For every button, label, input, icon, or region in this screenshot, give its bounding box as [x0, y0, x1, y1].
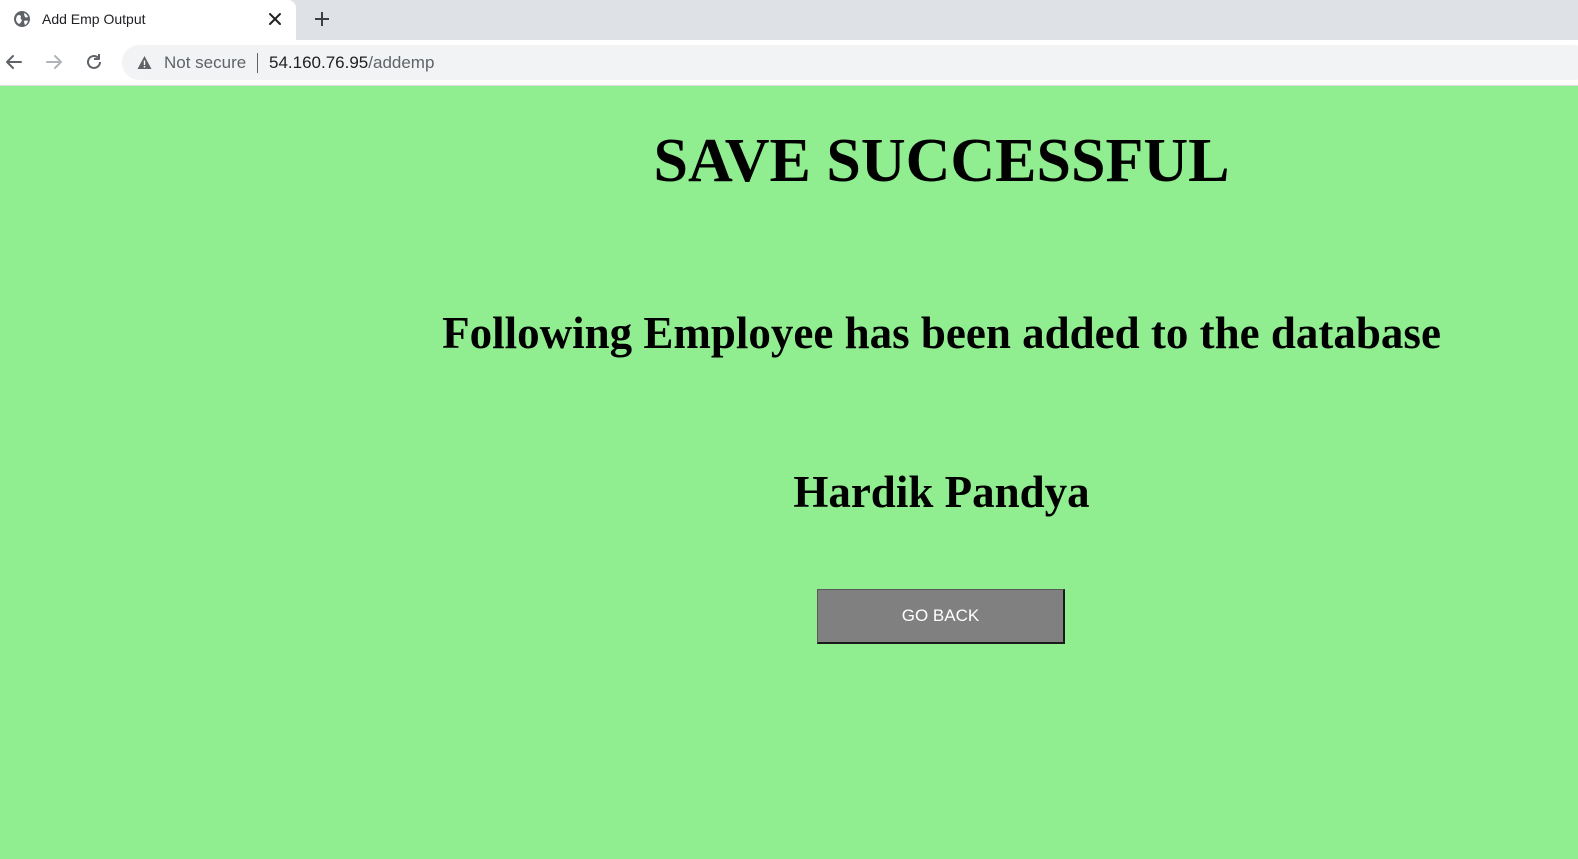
reload-icon[interactable]	[84, 52, 104, 72]
url-path: /addemp	[368, 53, 435, 72]
go-back-button[interactable]: GO BACK	[817, 589, 1065, 644]
url-host: 54.160.76.95	[269, 53, 369, 72]
close-icon[interactable]	[266, 10, 284, 28]
browser-window: Add Emp Output Not secure 54.160.76.95/a…	[0, 0, 1578, 859]
globe-icon	[14, 11, 30, 27]
page-body: SAVE SUCCESSFUL Following Employee has b…	[0, 86, 1578, 859]
warning-triangle-icon[interactable]	[136, 54, 153, 71]
tab-strip: Add Emp Output	[0, 0, 1578, 40]
arrow-left-icon[interactable]	[4, 52, 24, 72]
address-bar[interactable]: Not secure 54.160.76.95/addemp	[122, 45, 1578, 80]
arrow-right-icon[interactable]	[44, 52, 64, 72]
tab-add-emp-output[interactable]: Add Emp Output	[0, 0, 296, 40]
employee-name: Hardik Pandya	[793, 467, 1090, 517]
address-separator	[257, 53, 258, 73]
security-label[interactable]: Not secure	[164, 53, 246, 73]
plus-icon[interactable]	[312, 9, 332, 29]
confirmation-message: Following Employee has been added to the…	[442, 308, 1441, 358]
page-title: SAVE SUCCESSFUL	[653, 127, 1230, 195]
tab-title: Add Emp Output	[42, 11, 146, 27]
page-content: SAVE SUCCESSFUL Following Employee has b…	[305, 86, 1578, 859]
browser-toolbar: Not secure 54.160.76.95/addemp	[0, 40, 1578, 86]
url-text[interactable]: 54.160.76.95/addemp	[269, 53, 434, 73]
